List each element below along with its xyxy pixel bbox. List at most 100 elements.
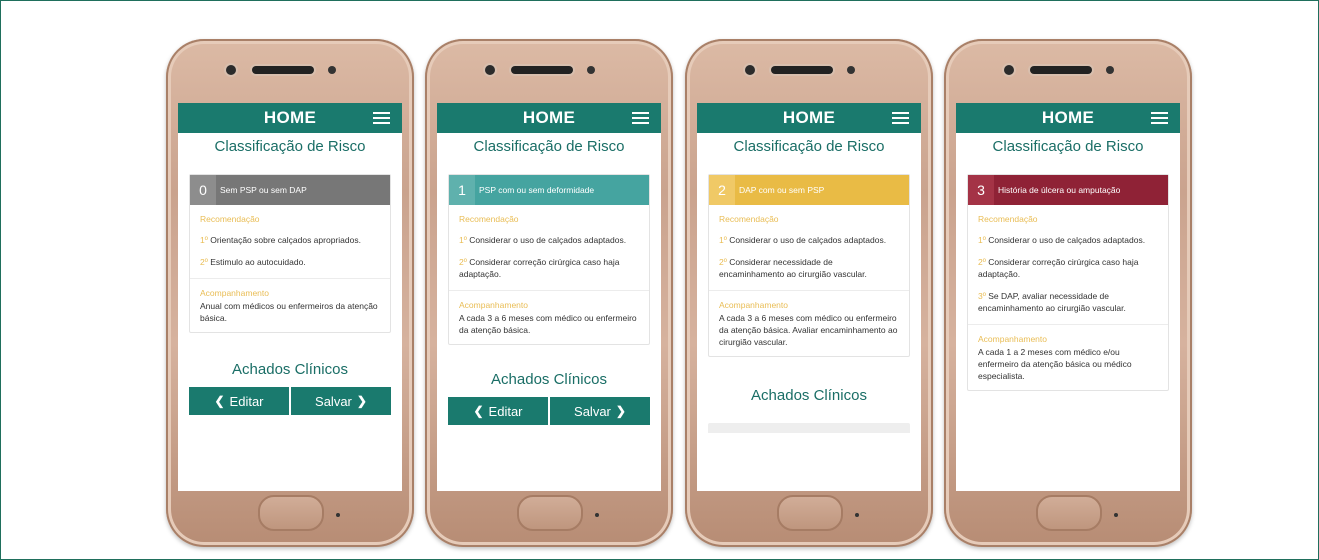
risk-label: Sem PSP ou sem DAP	[216, 175, 390, 205]
clinical-findings-heading[interactable]: Achados Clínicos	[178, 361, 402, 387]
clinical-findings-heading[interactable]: Achados Clínicos	[697, 387, 921, 409]
front-camera	[1004, 65, 1014, 75]
save-button[interactable]: Salvar ❯	[289, 387, 391, 415]
sensor-dot	[855, 513, 859, 517]
earpiece-speaker	[252, 66, 314, 74]
recommendation-item: 2º Considerar necessidade de encaminhame…	[719, 257, 867, 279]
app-header: HOME	[956, 103, 1180, 133]
app-screen: HOME Classificação de Risco 2 DAP com ou…	[697, 103, 921, 491]
phone-risk-3: HOME Classificação de Risco 3 História d…	[944, 39, 1192, 547]
risk-card: 1 PSP com ou sem deformidade Recomendaçã…	[448, 174, 650, 345]
recommendation-title: Recomendação	[719, 214, 779, 224]
follow-up-section: Acompanhamento A cada 1 a 2 meses com mé…	[968, 325, 1168, 390]
risk-number: 1	[449, 175, 475, 205]
recommendation-item: 2º Considerar correção cirúrgica caso ha…	[978, 257, 1139, 279]
risk-header: 3 História de úlcera ou amputação	[968, 175, 1168, 205]
app-header: HOME	[697, 103, 921, 133]
home-title[interactable]: HOME	[264, 108, 316, 128]
hamburger-menu-icon[interactable]	[892, 112, 909, 124]
home-hardware-button	[777, 495, 843, 531]
phone-risk-1: HOME Classificação de Risco 1 PSP com ou…	[425, 39, 673, 547]
recommendation-item: 1º Orientação sobre calçados apropriados…	[200, 235, 361, 245]
risk-card: 0 Sem PSP ou sem DAP Recomendação 1º Ori…	[189, 174, 391, 333]
page-title: Classificação de Risco	[733, 138, 885, 155]
chevron-right-icon: ❯	[615, 404, 626, 418]
next-card-preview	[708, 423, 910, 433]
earpiece-speaker	[511, 66, 573, 74]
page-title: Classificação de Risco	[992, 138, 1144, 155]
risk-number: 3	[968, 175, 994, 205]
earpiece-speaker	[1030, 66, 1092, 74]
follow-up-section: Acompanhamento A cada 3 a 6 meses com mé…	[449, 291, 649, 344]
sensor-dot	[336, 513, 340, 517]
recommendation-title: Recomendação	[978, 214, 1038, 224]
home-title[interactable]: HOME	[523, 108, 575, 128]
home-hardware-button	[258, 495, 324, 531]
front-camera	[226, 65, 236, 75]
home-hardware-button	[1036, 495, 1102, 531]
proximity-sensor	[587, 66, 595, 74]
recommendation-item: 3º Se DAP, avaliar necessidade de encami…	[978, 291, 1126, 313]
recommendation-section: Recomendação 1º Considerar o uso de calç…	[709, 205, 909, 291]
proximity-sensor	[328, 66, 336, 74]
chevron-left-icon: ❮	[473, 404, 484, 418]
recommendation-item: 1º Considerar o uso de calçados adaptado…	[459, 235, 627, 245]
risk-label: DAP com ou sem PSP	[735, 175, 909, 205]
figure-frame: HOME Classificação de Risco 0 Sem PSP ou…	[0, 0, 1319, 560]
app-screen: HOME Classificação de Risco 0 Sem PSP ou…	[178, 103, 402, 491]
recommendation-section: Recomendação 1º Orientação sobre calçado…	[190, 205, 390, 279]
app-screen: HOME Classificação de Risco 3 História d…	[956, 103, 1180, 491]
follow-up-title: Acompanhamento	[978, 334, 1047, 344]
recommendation-item: 2º Estimulo ao autocuidado.	[200, 257, 306, 267]
risk-header: 0 Sem PSP ou sem DAP	[190, 175, 390, 205]
proximity-sensor	[1106, 66, 1114, 74]
follow-up-text: A cada 3 a 6 meses com médico ou enferme…	[719, 313, 898, 347]
home-title[interactable]: HOME	[1042, 108, 1094, 128]
action-bar: ❮ Editar Salvar ❯	[189, 387, 391, 415]
follow-up-text: Anual com médicos ou enfermeiros da aten…	[200, 301, 378, 323]
recommendation-item: 1º Considerar o uso de calçados adaptado…	[719, 235, 887, 245]
front-camera	[745, 65, 755, 75]
edit-button[interactable]: ❮ Editar	[448, 397, 548, 425]
phone-risk-0: HOME Classificação de Risco 0 Sem PSP ou…	[166, 39, 414, 547]
page-title: Classificação de Risco	[473, 138, 625, 155]
sensor-dot	[595, 513, 599, 517]
recommendation-item: 2º Considerar correção cirúrgica caso ha…	[459, 257, 620, 279]
hamburger-menu-icon[interactable]	[632, 112, 649, 124]
proximity-sensor	[847, 66, 855, 74]
follow-up-text: A cada 3 a 6 meses com médico ou enferme…	[459, 313, 637, 335]
page-title: Classificação de Risco	[214, 138, 366, 155]
recommendation-title: Recomendação	[459, 214, 519, 224]
edit-button[interactable]: ❮ Editar	[189, 387, 289, 415]
follow-up-section: Acompanhamento A cada 3 a 6 meses com mé…	[709, 291, 909, 356]
earpiece-speaker	[771, 66, 833, 74]
risk-label: PSP com ou sem deformidade	[475, 175, 649, 205]
sensor-dot	[1114, 513, 1118, 517]
risk-number: 0	[190, 175, 216, 205]
follow-up-section: Acompanhamento Anual com médicos ou enfe…	[190, 279, 390, 332]
follow-up-title: Acompanhamento	[459, 300, 528, 310]
phone-risk-2: HOME Classificação de Risco 2 DAP com ou…	[685, 39, 933, 547]
app-screen: HOME Classificação de Risco 1 PSP com ou…	[437, 103, 661, 491]
hamburger-menu-icon[interactable]	[373, 112, 390, 124]
recommendation-item: 1º Considerar o uso de calçados adaptado…	[978, 235, 1146, 245]
recommendation-section: Recomendação 1º Considerar o uso de calç…	[449, 205, 649, 291]
front-camera	[485, 65, 495, 75]
clinical-findings-heading[interactable]: Achados Clínicos	[437, 371, 661, 397]
app-header: HOME	[437, 103, 661, 133]
risk-card: 3 História de úlcera ou amputação Recome…	[967, 174, 1169, 391]
app-header: HOME	[178, 103, 402, 133]
follow-up-text: A cada 1 a 2 meses com médico e/ou enfer…	[978, 347, 1132, 381]
risk-header: 2 DAP com ou sem PSP	[709, 175, 909, 205]
follow-up-title: Acompanhamento	[719, 300, 788, 310]
save-button[interactable]: Salvar ❯	[548, 397, 650, 425]
risk-number: 2	[709, 175, 735, 205]
home-title[interactable]: HOME	[783, 108, 835, 128]
recommendation-title: Recomendação	[200, 214, 260, 224]
chevron-left-icon: ❮	[214, 394, 225, 408]
chevron-right-icon: ❯	[356, 394, 367, 408]
risk-header: 1 PSP com ou sem deformidade	[449, 175, 649, 205]
hamburger-menu-icon[interactable]	[1151, 112, 1168, 124]
risk-card: 2 DAP com ou sem PSP Recomendação 1º Con…	[708, 174, 910, 357]
follow-up-title: Acompanhamento	[200, 288, 269, 298]
